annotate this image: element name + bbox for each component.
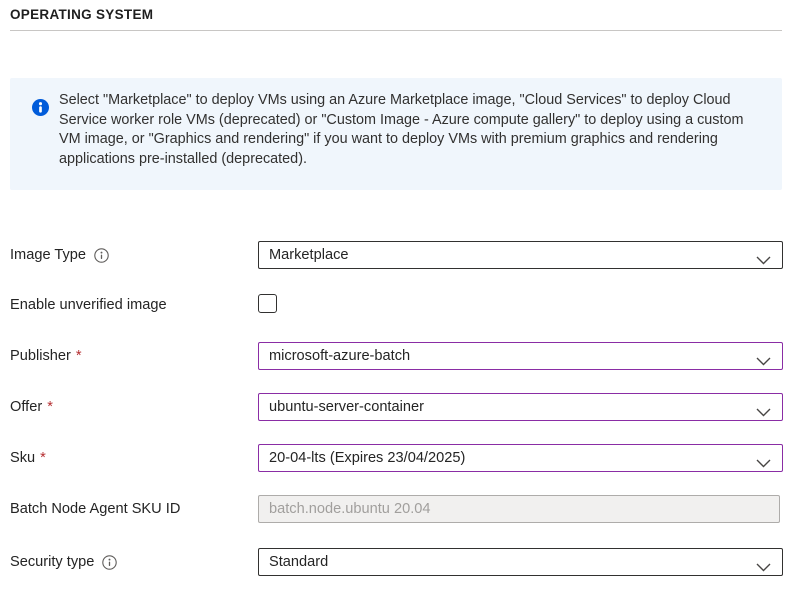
field-row-security-type: Security type Standard xyxy=(0,548,792,576)
required-asterisk: * xyxy=(76,348,82,364)
field-row-batch-node-agent-sku-id: Batch Node Agent SKU ID xyxy=(0,495,792,523)
info-banner: Select "Marketplace" to deploy VMs using… xyxy=(10,78,782,190)
offer-value: ubuntu-server-container xyxy=(269,399,424,415)
field-row-sku: Sku * 20-04-lts (Expires 23/04/2025) xyxy=(0,444,792,472)
image-type-label: Image Type xyxy=(10,241,109,269)
field-row-enable-unverified-image: Enable unverified image xyxy=(0,291,792,319)
required-asterisk: * xyxy=(47,399,53,415)
section-divider xyxy=(10,30,782,31)
chevron-down-icon xyxy=(756,455,771,473)
required-asterisk: * xyxy=(40,450,46,466)
security-type-value: Standard xyxy=(269,554,328,570)
chevron-down-icon xyxy=(756,252,771,270)
info-tooltip-icon[interactable] xyxy=(102,555,117,570)
info-icon xyxy=(32,99,49,116)
chevron-down-icon xyxy=(756,559,771,577)
info-tooltip-icon[interactable] xyxy=(94,248,109,263)
enable-unverified-image-label: Enable unverified image xyxy=(10,291,167,319)
sku-value: 20-04-lts (Expires 23/04/2025) xyxy=(269,450,465,466)
publisher-label: Publisher * xyxy=(10,342,82,370)
security-type-label: Security type xyxy=(10,548,117,576)
image-type-dropdown[interactable]: Marketplace xyxy=(258,241,783,269)
info-banner-text: Select "Marketplace" to deploy VMs using… xyxy=(59,91,755,169)
batch-node-agent-sku-id-label: Batch Node Agent SKU ID xyxy=(10,495,180,523)
enable-unverified-image-checkbox[interactable] xyxy=(258,294,277,313)
field-row-image-type: Image Type Marketplace xyxy=(0,241,792,269)
chevron-down-icon xyxy=(756,353,771,371)
offer-dropdown[interactable]: ubuntu-server-container xyxy=(258,393,783,421)
security-type-dropdown[interactable]: Standard xyxy=(258,548,783,576)
publisher-value: microsoft-azure-batch xyxy=(269,348,410,364)
chevron-down-icon xyxy=(756,404,771,422)
sku-dropdown[interactable]: 20-04-lts (Expires 23/04/2025) xyxy=(258,444,783,472)
publisher-dropdown[interactable]: microsoft-azure-batch xyxy=(258,342,783,370)
field-row-publisher: Publisher * microsoft-azure-batch xyxy=(0,342,792,370)
field-row-offer: Offer * ubuntu-server-container xyxy=(0,393,792,421)
operating-system-form: OPERATING SYSTEM Select "Marketplace" to… xyxy=(0,0,792,601)
offer-label: Offer * xyxy=(10,393,53,421)
image-type-value: Marketplace xyxy=(269,247,349,263)
batch-node-agent-sku-id-input xyxy=(258,495,780,523)
section-title: OPERATING SYSTEM xyxy=(10,7,153,22)
sku-label: Sku * xyxy=(10,444,46,472)
